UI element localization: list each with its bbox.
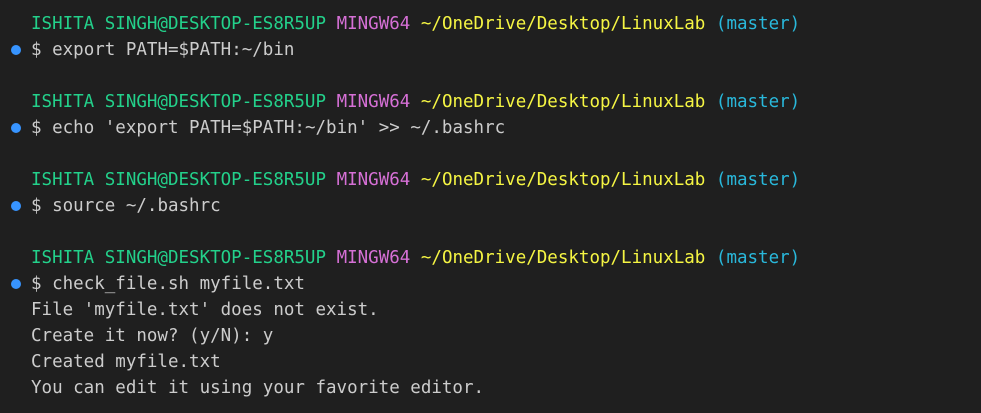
prompt-branch: (master) [715,14,801,34]
prompt-system: MINGW64 [336,170,411,190]
prompt-path: ~/OneDrive/Desktop/LinuxLab [420,14,706,34]
prompt-path: ~/OneDrive/Desktop/LinuxLab [420,170,706,190]
prompt-symbol: $ [31,274,42,294]
prompt-system: MINGW64 [336,92,411,112]
prompt-symbol: $ [31,40,42,60]
command-text: source ~/.bashrc [52,196,221,216]
command-text: check_file.sh myfile.txt [52,274,305,294]
command-line: $ source ~/.bashrc [0,193,981,219]
prompt-path: ~/OneDrive/Desktop/LinuxLab [420,92,706,112]
command-decoration-icon[interactable] [11,45,21,55]
prompt-system: MINGW64 [336,248,411,268]
command-line: $ echo 'export PATH=$PATH:~/bin' >> ~/.b… [0,115,981,141]
prompt-user-host: ISHITA SINGH@DESKTOP-ES8R5UP [31,248,327,268]
prompt-branch: (master) [715,92,801,112]
output-line: File 'myfile.txt' does not exist. [31,300,379,320]
command-line: $ check_file.sh myfile.txt [0,271,981,297]
command-text: export PATH=$PATH:~/bin [52,40,295,60]
prompt-system: MINGW64 [336,14,411,34]
prompt-user-host: ISHITA SINGH@DESKTOP-ES8R5UP [31,170,327,190]
prompt-line: ISHITA SINGH@DESKTOP-ES8R5UP MINGW64 ~/O… [0,167,981,193]
prompt-line: ISHITA SINGH@DESKTOP-ES8R5UP MINGW64 ~/O… [0,11,981,37]
command-line: $ export PATH=$PATH:~/bin [0,37,981,63]
command-text: echo 'export PATH=$PATH:~/bin' >> ~/.bas… [52,118,506,138]
prompt-line: ISHITA SINGH@DESKTOP-ES8R5UP MINGW64 ~/O… [0,89,981,115]
output-line: Create it now? (y/N): y [31,326,274,346]
prompt-symbol: $ [31,196,42,216]
prompt-symbol: $ [31,118,42,138]
command-decoration-icon[interactable] [11,279,21,289]
prompt-line: ISHITA SINGH@DESKTOP-ES8R5UP MINGW64 ~/O… [0,245,981,271]
prompt-branch: (master) [715,248,801,268]
prompt-branch: (master) [715,170,801,190]
command-decoration-icon[interactable] [11,201,21,211]
prompt-user-host: ISHITA SINGH@DESKTOP-ES8R5UP [31,14,327,34]
terminal-output[interactable]: ISHITA SINGH@DESKTOP-ES8R5UP MINGW64 ~/O… [0,0,981,413]
output-line: You can edit it using your favorite edit… [31,378,485,398]
command-decoration-icon[interactable] [11,123,21,133]
output-line: Created myfile.txt [31,352,221,372]
prompt-user-host: ISHITA SINGH@DESKTOP-ES8R5UP [31,92,327,112]
prompt-path: ~/OneDrive/Desktop/LinuxLab [420,248,706,268]
